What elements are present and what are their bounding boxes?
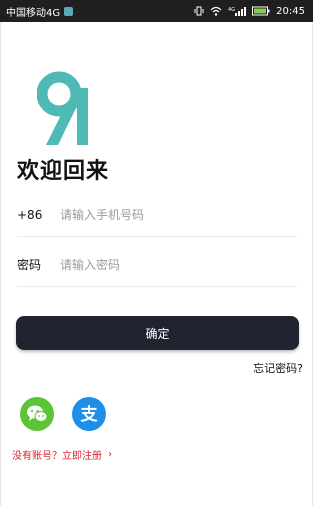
alipay-login-button[interactable]: 支 [72,397,106,431]
phone-row: +86 [17,193,297,237]
wechat-icon [27,405,48,422]
login-page: 欢迎回来 +86 密码 确定 忘记密码? 支 没有账号？立即注册 › [0,22,313,506]
password-row: 密码 [17,243,297,287]
svg-text:4G: 4G [228,7,235,13]
register-link[interactable]: 没有账号？立即注册 › [12,447,112,462]
svg-text:支: 支 [81,404,99,425]
status-bar: 中国移动4G 4G 20:45 [0,0,313,22]
carrier-name: 中国移动4G [6,7,61,19]
password-label: 密码 [17,258,42,272]
notification-icon [64,6,74,16]
app-logo-icon [37,71,88,145]
country-code-label[interactable]: +86 [17,208,60,222]
status-left: 中国移动4G [6,4,74,19]
forgot-password-link[interactable]: 忘记密码? [253,360,303,376]
vibrate-icon [194,6,204,16]
alipay-icon: 支 [81,404,99,425]
chevron-right-icon: › [108,449,112,460]
clock: 20:45 [276,5,305,17]
signal-icon: 4G [228,6,247,16]
wechat-login-button[interactable] [20,397,54,431]
password-input[interactable] [60,243,297,286]
register-label: 没有账号？立即注册 [12,451,102,462]
wifi-icon [210,6,222,16]
confirm-button[interactable]: 确定 [16,316,299,350]
phone-input[interactable] [60,193,297,236]
battery-icon [252,6,270,16]
status-right: 4G 20:45 [194,6,305,17]
welcome-title: 欢迎回来 [17,159,110,184]
